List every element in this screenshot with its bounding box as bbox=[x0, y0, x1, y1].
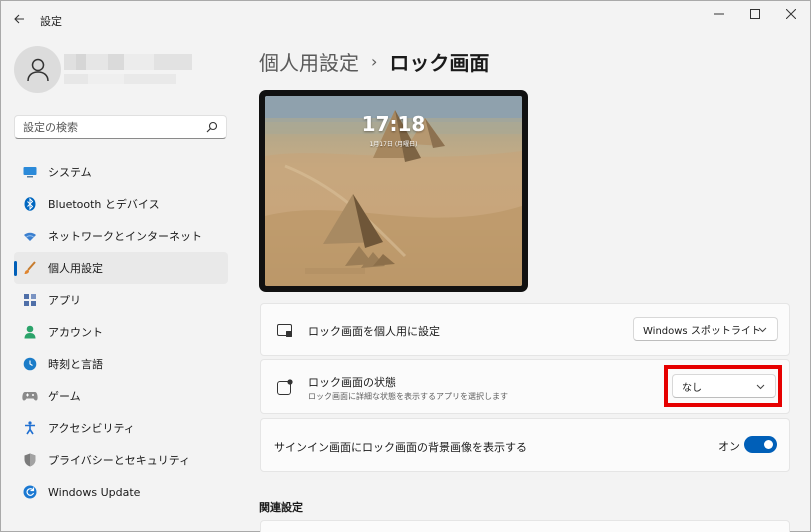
status-title: ロック画面の状態 bbox=[308, 376, 396, 389]
sidebar-item-privacy-security[interactable]: プライバシーとセキュリティ bbox=[14, 444, 228, 476]
sidebar-item-label: プライバシーとセキュリティ bbox=[48, 454, 191, 467]
sidebar-item-label: アプリ bbox=[48, 294, 81, 307]
title-bar: 設定 bbox=[0, 0, 811, 40]
bluetooth-icon bbox=[22, 196, 38, 212]
toggle-knob bbox=[764, 440, 773, 449]
chevron-down-icon bbox=[758, 327, 767, 333]
accessibility-icon bbox=[22, 420, 38, 436]
sidebar-item-network[interactable]: ネットワークとインターネット bbox=[14, 220, 228, 252]
sidebar-item-label: システム bbox=[48, 166, 92, 179]
close-icon bbox=[786, 9, 796, 19]
sidebar-item-label: アカウント bbox=[48, 326, 103, 339]
sidebar-item-label: 個人用設定 bbox=[48, 262, 103, 275]
signin-background-toggle[interactable] bbox=[744, 436, 777, 453]
user-profile[interactable] bbox=[14, 46, 226, 94]
blurred-user-email bbox=[64, 74, 176, 84]
app-title: 設定 bbox=[40, 15, 62, 28]
sidebar-item-personalization[interactable]: 個人用設定 bbox=[14, 252, 228, 284]
lock-clock-time: 17:18 bbox=[361, 112, 426, 136]
search-icon[interactable] bbox=[206, 121, 218, 133]
sidebar-nav: システム Bluetooth とデバイス ネットワークとインターネット 個人用設… bbox=[14, 156, 228, 508]
system-icon bbox=[22, 164, 38, 180]
sidebar-item-accounts[interactable]: アカウント bbox=[14, 316, 228, 348]
back-arrow-icon bbox=[14, 14, 24, 24]
signin-background-title: サインイン画面にロック画面の背景画像を表示する bbox=[274, 441, 527, 454]
settings-search[interactable] bbox=[14, 115, 227, 139]
sidebar-item-label: 時刻と言語 bbox=[48, 358, 103, 371]
highlight-box bbox=[664, 365, 782, 407]
back-button[interactable] bbox=[8, 8, 30, 30]
sidebar-item-label: アクセシビリティ bbox=[48, 422, 135, 435]
maximize-button[interactable] bbox=[740, 4, 770, 24]
lock-screen-background-dropdown[interactable]: Windows スポットライト bbox=[633, 317, 778, 341]
sidebar-item-windows-update[interactable]: Windows Update bbox=[14, 476, 228, 508]
sidebar-item-time-language[interactable]: 時刻と言語 bbox=[14, 348, 228, 380]
sidebar-item-label: Windows Update bbox=[48, 485, 141, 499]
close-button[interactable] bbox=[776, 4, 806, 24]
lock-screen-personalize-card: ロック画面を個人用に設定 Windows スポットライト bbox=[260, 303, 790, 356]
sidebar-item-label: ネットワークとインターネット bbox=[48, 230, 202, 243]
network-icon bbox=[22, 228, 38, 244]
status-app-icon bbox=[276, 378, 294, 396]
personalize-title: ロック画面を個人用に設定 bbox=[308, 325, 440, 338]
breadcrumb-parent[interactable]: 個人用設定 bbox=[259, 47, 359, 76]
personalization-icon bbox=[22, 260, 38, 276]
related-settings-card[interactable] bbox=[260, 520, 790, 532]
maximize-icon bbox=[750, 9, 760, 19]
status-description: ロック画面に詳細な状態を表示するアプリを選択します bbox=[308, 392, 508, 401]
blurred-user-name bbox=[64, 54, 192, 70]
avatar bbox=[14, 46, 61, 93]
privacy-shield-icon bbox=[22, 452, 38, 468]
breadcrumb-separator: › bbox=[371, 51, 378, 71]
gaming-icon bbox=[22, 388, 38, 404]
account-icon bbox=[22, 324, 38, 340]
breadcrumb: 個人用設定 › ロック画面 bbox=[259, 47, 489, 75]
sidebar-item-label: ゲーム bbox=[48, 390, 81, 403]
signin-background-card: サインイン画面にロック画面の背景画像を表示する bbox=[260, 418, 790, 472]
related-settings-heading: 関連設定 bbox=[259, 501, 303, 514]
minimize-icon bbox=[714, 13, 724, 15]
sidebar-item-apps[interactable]: アプリ bbox=[14, 284, 228, 316]
page-title: ロック画面 bbox=[389, 50, 490, 75]
sidebar-item-bluetooth[interactable]: Bluetooth とデバイス bbox=[14, 188, 228, 220]
toggle-state-label: オン bbox=[718, 440, 740, 453]
windows-update-icon bbox=[22, 484, 38, 500]
time-language-icon bbox=[22, 356, 38, 372]
apps-icon bbox=[22, 292, 38, 308]
user-icon bbox=[26, 58, 49, 81]
search-input[interactable] bbox=[23, 119, 203, 135]
minimize-button[interactable] bbox=[704, 4, 734, 24]
sidebar-item-accessibility[interactable]: アクセシビリティ bbox=[14, 412, 228, 444]
sidebar-item-label: Bluetooth とデバイス bbox=[48, 198, 160, 211]
sidebar-item-gaming[interactable]: ゲーム bbox=[14, 380, 228, 412]
lock-clock-date: 1月17日 (月曜日) bbox=[369, 141, 418, 148]
preview-image: 17:18 1月17日 (月曜日) bbox=[265, 96, 522, 286]
sidebar-item-system[interactable]: システム bbox=[14, 156, 228, 188]
lock-screen-image-icon bbox=[276, 322, 294, 340]
dropdown-value: Windows スポットライト bbox=[643, 325, 761, 337]
lock-screen-preview: 17:18 1月17日 (月曜日) bbox=[259, 90, 528, 292]
